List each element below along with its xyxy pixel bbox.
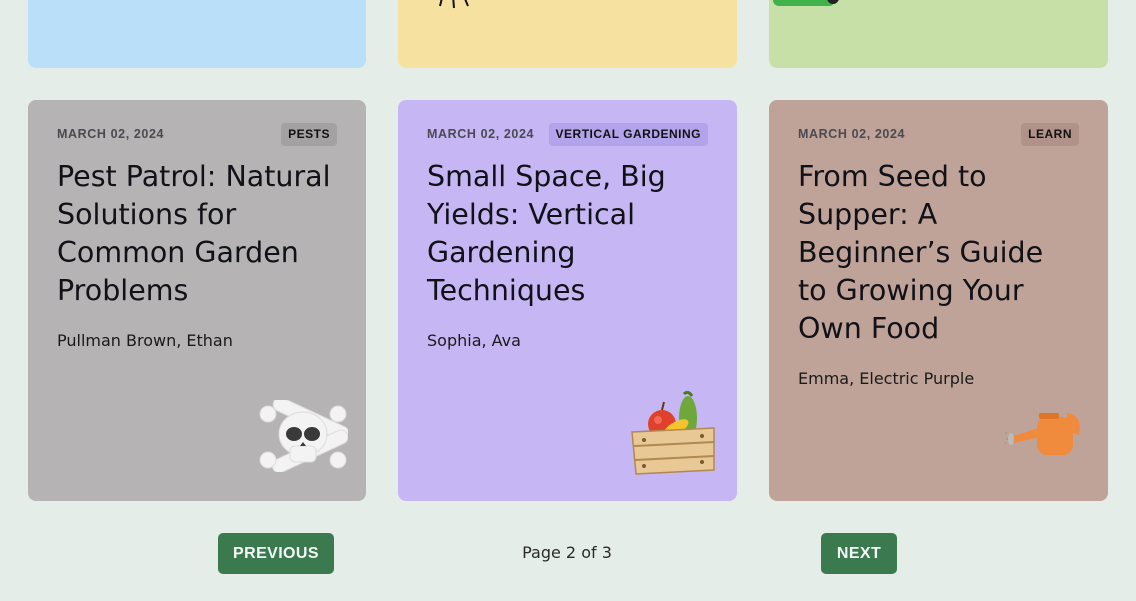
watering-can-icon <box>1005 413 1080 455</box>
bee-icon <box>439 0 469 9</box>
top-card-1[interactable] <box>28 0 366 68</box>
top-card-2[interactable] <box>398 0 737 68</box>
page-indicator: Page 2 of 3 <box>522 543 612 562</box>
article-title[interactable]: Pest Patrol: Natural Solutions for Commo… <box>57 158 337 310</box>
top-card-3[interactable] <box>769 0 1108 68</box>
skull-crossbones-icon <box>259 400 348 472</box>
previous-button[interactable]: PREVIOUS <box>218 533 334 574</box>
category-tag[interactable]: VERTICAL GARDENING <box>548 123 708 146</box>
category-tag[interactable]: LEARN <box>1021 123 1079 146</box>
category-tag[interactable]: PESTS <box>281 123 337 146</box>
blog-grid-page: MARCH 02, 2024 PESTS Pest Patrol: Natura… <box>0 0 1136 601</box>
produce-crate-icon <box>631 390 715 475</box>
article-author: Emma, Electric Purple <box>798 369 975 388</box>
article-card-vertical-gardening[interactable]: MARCH 02, 2024 VERTICAL GARDENING Small … <box>398 100 737 501</box>
article-card-learn[interactable]: MARCH 02, 2024 LEARN From Seed to Supper… <box>769 100 1108 501</box>
article-date: MARCH 02, 2024 <box>427 127 535 141</box>
article-date: MARCH 02, 2024 <box>798 127 906 141</box>
article-author: Pullman Brown, Ethan <box>57 331 233 350</box>
next-button[interactable]: NEXT <box>821 533 897 574</box>
article-title[interactable]: Small Space, Big Yields: Vertical Garden… <box>427 158 707 310</box>
recycle-bin-icon <box>773 0 839 6</box>
article-date: MARCH 02, 2024 <box>57 127 165 141</box>
article-card-pests[interactable]: MARCH 02, 2024 PESTS Pest Patrol: Natura… <box>28 100 366 501</box>
article-author: Sophia, Ava <box>427 331 521 350</box>
article-title[interactable]: From Seed to Supper: A Beginner’s Guide … <box>798 158 1078 348</box>
